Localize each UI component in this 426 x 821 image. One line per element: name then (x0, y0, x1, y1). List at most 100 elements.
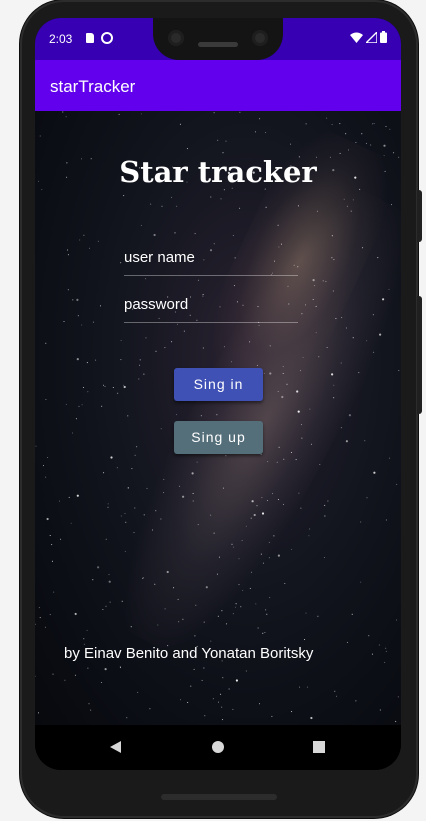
star-dot (331, 373, 334, 376)
star-dot (389, 128, 391, 130)
star-dot (290, 143, 291, 145)
star-dot (393, 152, 395, 154)
star-dot (372, 314, 374, 316)
star-dot (130, 626, 132, 628)
star-dot (238, 558, 240, 560)
star-dot (297, 410, 300, 413)
star-dot (253, 513, 256, 517)
password-field[interactable]: password (124, 288, 298, 323)
star-dot (44, 626, 46, 628)
star-dot (241, 540, 243, 541)
star-dot (146, 487, 148, 489)
star-dot (97, 240, 99, 242)
star-dot (210, 196, 212, 198)
star-dot (216, 573, 218, 575)
star-dot (70, 522, 72, 524)
star-dot (88, 703, 90, 705)
star-dot (194, 233, 196, 235)
star-dot (301, 424, 302, 426)
star-dot (365, 142, 367, 144)
star-dot (360, 521, 362, 523)
star-dot (195, 604, 197, 606)
star-dot (103, 472, 105, 474)
credits-text: by Einav Benito and Yonatan Boritsky (64, 645, 314, 662)
star-dot (117, 392, 119, 394)
star-dot (81, 404, 83, 406)
star-dot (331, 235, 333, 237)
star-dot (282, 366, 284, 368)
star-dot (210, 640, 212, 642)
signal-icon (366, 31, 377, 43)
star-dot (312, 299, 314, 300)
home-icon[interactable] (212, 741, 224, 753)
star-dot (267, 461, 269, 463)
star-dot (251, 571, 252, 573)
star-dot (378, 644, 380, 646)
star-dot (384, 661, 386, 663)
star-dot (334, 690, 336, 692)
star-dot (182, 618, 184, 620)
star-dot (345, 440, 348, 443)
star-dot (108, 574, 110, 576)
star-dot (232, 708, 234, 710)
star-dot (161, 205, 163, 207)
star-dot (39, 617, 41, 619)
star-dot (171, 341, 173, 343)
star-dot (323, 557, 325, 558)
star-dot (309, 408, 311, 410)
star-dot (228, 688, 230, 690)
camera-notch (153, 18, 283, 60)
star-dot (160, 518, 162, 520)
star-dot (218, 701, 219, 703)
star-dot (101, 405, 103, 407)
star-dot (92, 579, 94, 581)
star-dot (72, 299, 74, 301)
star-dot (103, 384, 104, 386)
star-dot (47, 457, 49, 458)
star-dot (223, 346, 225, 348)
star-dot (233, 285, 235, 287)
recents-icon[interactable] (313, 741, 325, 753)
star-dot (230, 361, 232, 363)
star-dot (60, 538, 62, 540)
sign-in-button[interactable]: Sing in (174, 368, 263, 401)
star-dot (242, 589, 244, 591)
star-dot (278, 446, 280, 448)
star-dot (191, 472, 194, 475)
back-icon[interactable] (110, 741, 121, 753)
star-dot (62, 111, 64, 113)
star-dot (145, 278, 147, 280)
star-dot (299, 370, 301, 372)
star-dot (251, 500, 254, 503)
sign-up-button[interactable]: Sing up (174, 421, 263, 454)
star-dot (217, 615, 219, 617)
star-dot (124, 513, 126, 514)
star-dot (271, 715, 273, 717)
star-dot (325, 281, 327, 282)
star-dot (282, 373, 284, 374)
star-dot (221, 610, 223, 612)
star-dot (201, 679, 203, 681)
username-field[interactable]: user name (124, 241, 298, 276)
star-dot (102, 609, 104, 610)
star-dot (359, 188, 361, 190)
star-dot (41, 189, 43, 191)
star-dot (351, 613, 353, 615)
star-dot (398, 370, 400, 371)
star-dot (110, 456, 113, 459)
star-dot (277, 391, 279, 392)
star-dot (301, 313, 303, 315)
star-dot (301, 437, 303, 439)
star-dot (249, 341, 251, 343)
page-title: Star tracker (119, 155, 317, 189)
star-dot (324, 504, 326, 506)
star-dot (177, 598, 179, 600)
star-dot (136, 446, 138, 448)
star-dot (134, 507, 136, 509)
star-dot (257, 627, 259, 629)
star-dot (140, 224, 142, 226)
star-dot (67, 249, 69, 251)
star-dot (78, 405, 80, 407)
star-dot (291, 452, 292, 453)
star-dot (200, 415, 202, 417)
